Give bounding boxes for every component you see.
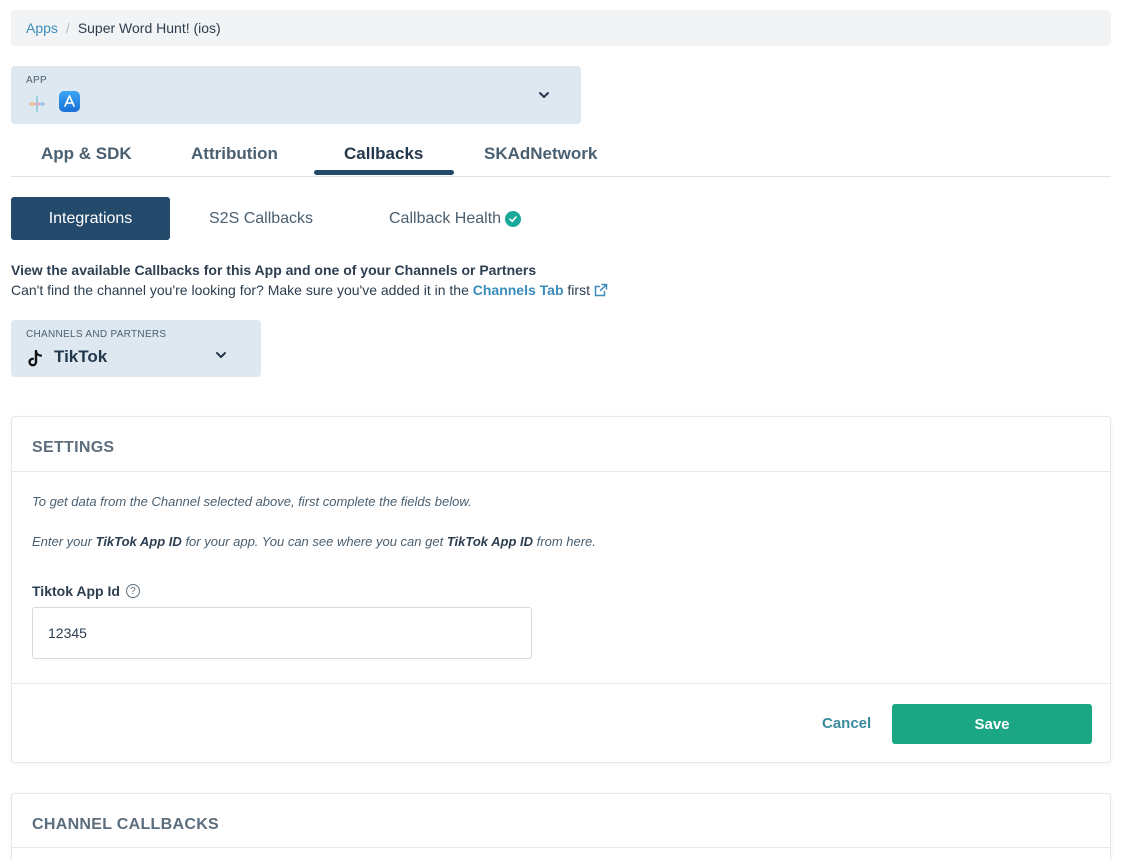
note-part: Enter your (32, 534, 92, 549)
settings-card: SETTINGS To get data from the Channel se… (11, 416, 1111, 763)
tab-app-sdk[interactable]: App & SDK (41, 144, 132, 164)
note-bold: TikTok App ID (95, 534, 182, 549)
divider (12, 847, 1110, 848)
channel-selector-value: TikTok (54, 347, 108, 366)
subtab-callback-health[interactable]: Callback Health (389, 197, 522, 240)
tiktok-app-id-label: Tiktok App Id ? (32, 583, 140, 599)
note-part: from here. (536, 534, 596, 549)
active-tab-indicator (314, 170, 454, 175)
field-label-text: Tiktok App Id (32, 583, 120, 599)
chevron-down-icon (216, 352, 226, 358)
check-circle-icon (505, 210, 522, 227)
app-selector[interactable]: APP (11, 66, 581, 124)
divider (12, 683, 1110, 684)
note-part: for your app. You can see where you can … (185, 534, 444, 549)
chevron-down-icon (539, 92, 549, 98)
cancel-button[interactable]: Cancel (822, 715, 871, 732)
settings-instructions: Enter your TikTok App ID for your app. Y… (32, 534, 596, 549)
breadcrumb-apps-link[interactable]: Apps (26, 20, 58, 36)
save-button[interactable]: Save (892, 704, 1092, 744)
settings-note: To get data from the Channel selected ab… (32, 494, 472, 509)
note-bold: TikTok App ID (446, 534, 534, 549)
main-tabs: App & SDK Attribution Callbacks SKAdNetw… (11, 134, 1111, 177)
tiktok-icon (28, 350, 43, 367)
app-logo-icon (29, 96, 45, 112)
breadcrumb: Apps / Super Word Hunt! (ios) (11, 10, 1111, 46)
channel-callbacks-card: CHANNEL CALLBACKS (11, 793, 1111, 860)
info-subtext: Can't find the channel you're looking fo… (11, 282, 608, 298)
subtab-s2s-callbacks[interactable]: S2S Callbacks (209, 197, 313, 240)
subtab-integrations-label: Integrations (48, 209, 133, 227)
help-icon[interactable]: ? (125, 584, 140, 598)
info-heading: View the available Callbacks for this Ap… (11, 262, 537, 278)
subtab-s2s-label: S2S Callbacks (209, 209, 314, 227)
info-subtext-suffix: first (567, 282, 590, 298)
breadcrumb-separator: / (65, 20, 70, 36)
tiktok-app-id-input[interactable] (32, 607, 532, 659)
channels-tab-link[interactable]: Channels Tab (473, 282, 564, 298)
channel-callbacks-title: CHANNEL CALLBACKS (32, 816, 220, 833)
settings-title: SETTINGS (32, 439, 115, 456)
tab-skadnetwork[interactable]: SKAdNetwork (484, 144, 597, 164)
info-subtext-prefix: Can't find the channel you're looking fo… (11, 282, 469, 298)
channel-selector-label: CHANNELS AND PARTNERS (26, 329, 167, 340)
tab-attribution[interactable]: Attribution (191, 144, 278, 164)
external-link-icon[interactable] (594, 283, 608, 297)
app-store-icon (59, 91, 80, 112)
app-selector-label: APP (26, 75, 47, 86)
subtab-health-label: Callback Health (389, 209, 502, 227)
subtab-integrations[interactable]: Integrations (11, 197, 170, 240)
breadcrumb-current: Super Word Hunt! (ios) (77, 20, 221, 36)
channel-selector[interactable]: CHANNELS AND PARTNERS TikTok (11, 320, 261, 377)
tab-callbacks[interactable]: Callbacks (344, 144, 423, 164)
divider (12, 471, 1110, 472)
